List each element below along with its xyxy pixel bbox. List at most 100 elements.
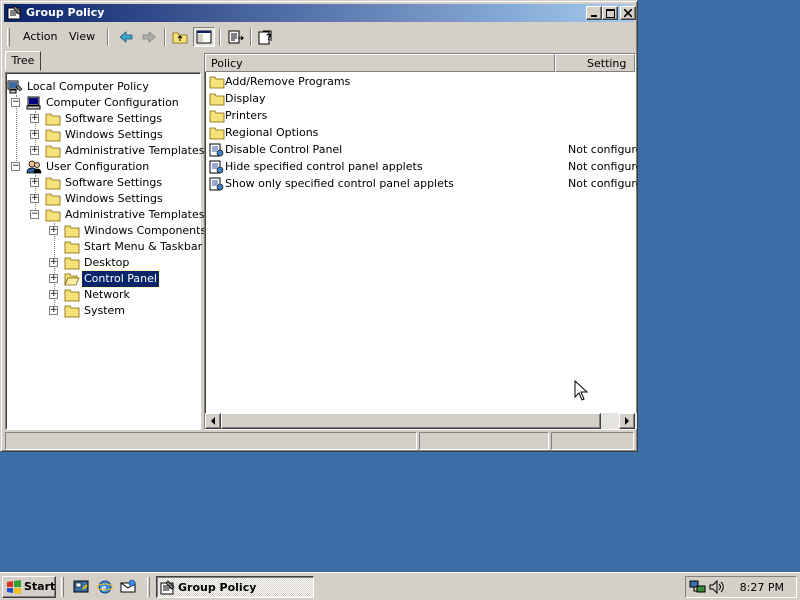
up-one-level-button[interactable] bbox=[169, 27, 191, 47]
horizontal-scrollbar[interactable] bbox=[205, 413, 637, 429]
tree-item-system[interactable]: + System bbox=[6, 303, 196, 319]
tree-item-label: Administrative Templates bbox=[65, 208, 205, 221]
tree-item-computer-windows-settings[interactable]: + Windows Settings bbox=[6, 127, 196, 143]
expand-toggle[interactable]: + bbox=[49, 306, 58, 315]
expand-toggle[interactable]: + bbox=[30, 130, 39, 139]
list-item[interactable]: Regional Options bbox=[209, 125, 637, 142]
internet-explorer-icon: e bbox=[97, 580, 113, 594]
folder-icon bbox=[45, 177, 61, 190]
tree-item-user-windows-settings[interactable]: + Windows Settings bbox=[6, 191, 196, 207]
menu-grip[interactable] bbox=[7, 28, 10, 46]
taskbar-grip[interactable] bbox=[147, 577, 150, 597]
tree-item-computer-software-settings[interactable]: + Software Settings bbox=[6, 111, 196, 127]
back-button[interactable] bbox=[115, 27, 137, 47]
outlook-express-button[interactable] bbox=[118, 578, 138, 596]
help-button[interactable]: ? bbox=[255, 27, 277, 47]
title-bar[interactable]: Group Policy bbox=[4, 4, 636, 22]
list-item[interactable]: Show only specified control panel applet… bbox=[209, 176, 637, 193]
policy-setting-icon bbox=[209, 143, 224, 157]
arrow-left-icon bbox=[211, 417, 215, 425]
group-policy-window: Group Policy Action View ? Tree Local Co… bbox=[0, 0, 638, 452]
expand-toggle[interactable]: + bbox=[30, 114, 39, 123]
list-item[interactable]: Disable Control Panel Not configured bbox=[209, 142, 637, 159]
policy-setting-value: Not configured bbox=[568, 160, 637, 173]
folder-icon bbox=[209, 93, 225, 106]
close-button[interactable] bbox=[620, 6, 636, 20]
show-hide-tree-button[interactable] bbox=[193, 27, 215, 47]
tree-item-label: Start Menu & Taskbar bbox=[84, 240, 203, 253]
toolbar-separator bbox=[219, 28, 221, 46]
tree-item-local-computer-policy[interactable]: Local Computer Policy bbox=[6, 79, 196, 95]
tree-item-control-panel[interactable]: + Control Panel bbox=[6, 270, 196, 288]
list-item[interactable]: Hide specified control panel applets Not… bbox=[209, 159, 637, 176]
expand-toggle[interactable]: + bbox=[49, 290, 58, 299]
taskbar: Start e Group Policy 8:27 PM bbox=[0, 572, 800, 600]
maximize-icon bbox=[605, 8, 615, 18]
scrollbar-thumb[interactable] bbox=[221, 413, 601, 429]
export-list-button[interactable] bbox=[225, 27, 247, 47]
tree-item-desktop[interactable]: + Desktop bbox=[6, 255, 196, 271]
list-item[interactable]: Printers bbox=[209, 108, 637, 125]
tree-item-user-administrative-templates[interactable]: − Administrative Templates bbox=[6, 207, 205, 223]
folder-icon bbox=[64, 241, 80, 254]
clock[interactable]: 8:27 PM bbox=[740, 581, 784, 594]
folder-icon bbox=[64, 289, 80, 302]
taskbar-button-group-policy[interactable]: Group Policy bbox=[156, 576, 314, 598]
export-list-icon bbox=[228, 30, 244, 44]
policy-name: Regional Options bbox=[225, 126, 319, 139]
tree-item-start-menu-taskbar[interactable]: Start Menu & Taskbar bbox=[6, 239, 202, 255]
maximize-button[interactable] bbox=[602, 6, 618, 20]
quick-launch-grip[interactable] bbox=[61, 577, 64, 597]
column-header-setting[interactable]: Setting bbox=[555, 54, 635, 72]
tree-item-computer-administrative-templates[interactable]: + Administrative Templates bbox=[6, 143, 205, 159]
collapse-toggle[interactable]: − bbox=[30, 210, 39, 219]
close-icon bbox=[624, 9, 632, 17]
tree-item-computer-configuration[interactable]: − Computer Configuration bbox=[6, 95, 196, 111]
volume-icon[interactable] bbox=[708, 579, 726, 595]
expand-toggle[interactable]: + bbox=[49, 226, 58, 235]
scroll-right-button[interactable] bbox=[619, 413, 635, 429]
folder-icon bbox=[209, 76, 225, 89]
expand-toggle[interactable]: + bbox=[30, 178, 39, 187]
folder-icon bbox=[64, 225, 80, 238]
column-header-policy[interactable]: Policy bbox=[205, 54, 555, 72]
tree-item-user-configuration[interactable]: − User Configuration bbox=[6, 159, 196, 175]
expand-toggle[interactable]: + bbox=[49, 258, 58, 267]
scroll-left-button[interactable] bbox=[205, 413, 221, 429]
policy-name: Display bbox=[225, 92, 266, 105]
tree-item-label: Network bbox=[84, 288, 130, 301]
forward-button[interactable] bbox=[138, 27, 160, 47]
collapse-toggle[interactable]: − bbox=[11, 98, 20, 107]
toolbar-separator bbox=[107, 28, 109, 46]
tree-pane[interactable]: Local Computer Policy − Computer Configu… bbox=[5, 72, 206, 430]
expand-toggle[interactable]: + bbox=[30, 194, 39, 203]
tab-tree[interactable]: Tree bbox=[5, 51, 41, 71]
column-header-label: Policy bbox=[211, 57, 243, 70]
list-item[interactable]: Display bbox=[209, 91, 637, 108]
tree-item-windows-components[interactable]: + Windows Components bbox=[6, 223, 206, 239]
folder-icon bbox=[64, 305, 80, 318]
show-desktop-button[interactable] bbox=[71, 578, 91, 596]
toolbar-separator bbox=[250, 28, 252, 46]
menu-view[interactable]: View bbox=[65, 30, 99, 46]
tree-item-network[interactable]: + Network bbox=[6, 287, 196, 303]
expand-toggle[interactable]: + bbox=[49, 274, 58, 283]
network-icon[interactable] bbox=[689, 579, 707, 595]
expand-toggle[interactable]: + bbox=[30, 146, 39, 155]
outlook-express-icon bbox=[120, 579, 136, 593]
internet-explorer-button[interactable]: e bbox=[95, 578, 115, 596]
tree-item-user-software-settings[interactable]: + Software Settings bbox=[6, 175, 196, 191]
folder-icon bbox=[45, 209, 61, 222]
list-item[interactable]: Add/Remove Programs bbox=[209, 74, 637, 91]
collapse-toggle[interactable]: − bbox=[11, 162, 20, 171]
tab-tree-label: Tree bbox=[11, 54, 35, 67]
minimize-button[interactable] bbox=[586, 6, 602, 20]
details-list-pane[interactable]: Policy Setting Add/Remove Programs Displ… bbox=[204, 53, 637, 430]
tree-item-label: Local Computer Policy bbox=[27, 80, 149, 93]
policy-name: Hide specified control panel applets bbox=[225, 160, 423, 173]
start-button[interactable]: Start bbox=[2, 576, 56, 598]
menu-action[interactable]: Action bbox=[19, 30, 61, 46]
toolbar-separator bbox=[164, 28, 166, 46]
show-desktop-icon bbox=[73, 580, 89, 593]
folder-icon bbox=[209, 127, 225, 140]
